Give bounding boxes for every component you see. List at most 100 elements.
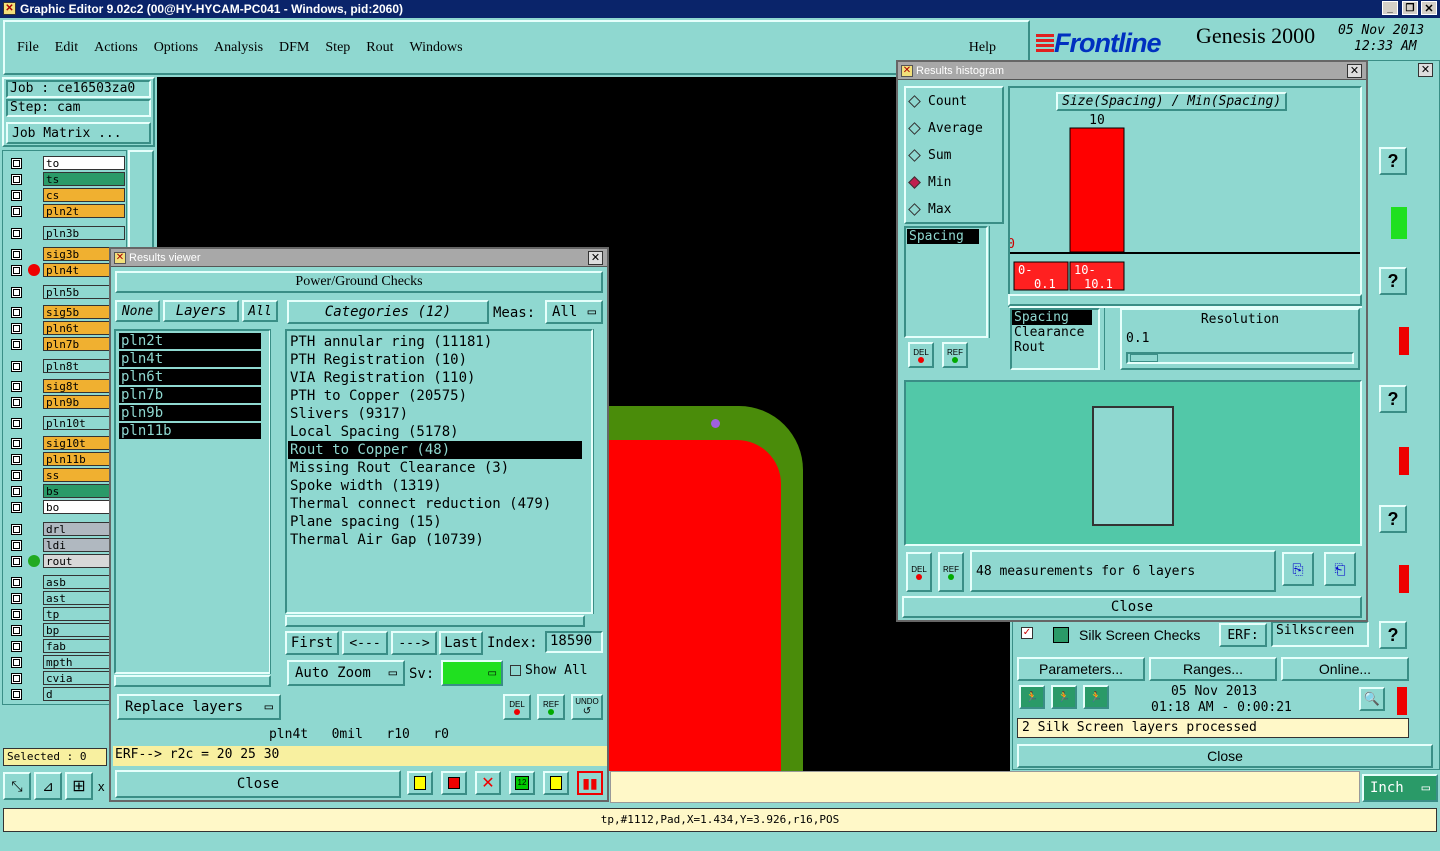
mode-option-sum[interactable]: Sum: [906, 142, 1002, 169]
layer-checkbox[interactable]: [11, 306, 22, 318]
mode-option-average[interactable]: Average: [906, 115, 1002, 142]
silk-checkbox[interactable]: ✓: [1021, 627, 1033, 639]
layer-row-bo[interactable]: bo: [7, 499, 125, 515]
category-item[interactable]: Thermal Air Gap (10739): [288, 531, 582, 549]
layer-checkbox[interactable]: [11, 286, 22, 298]
hist-hscroll[interactable]: [1008, 294, 1362, 306]
check-row-3-help[interactable]: ?: [1379, 385, 1407, 413]
select-icon[interactable]: [441, 771, 467, 795]
layer-row-ast[interactable]: ast: [7, 590, 125, 606]
layer-row-d[interactable]: d: [7, 686, 125, 702]
layer-checkbox[interactable]: [11, 264, 22, 276]
category-item[interactable]: PTH to Copper (20575): [288, 387, 582, 405]
hist-ref-button[interactable]: REF: [942, 342, 968, 368]
report-icon[interactable]: [543, 771, 569, 795]
layer-checkbox[interactable]: [11, 227, 22, 239]
layer-checkbox[interactable]: [11, 485, 22, 497]
layer-checkbox[interactable]: [11, 555, 22, 567]
layer-row-mpth[interactable]: mpth: [7, 654, 125, 670]
measure-list-scrollbar[interactable]: [989, 226, 1001, 338]
layer-checkbox[interactable]: [11, 338, 22, 350]
categories-hscroll[interactable]: [285, 615, 585, 627]
zoom-fit-icon[interactable]: ⤡: [3, 772, 31, 800]
close-icon[interactable]: ✕: [1347, 64, 1362, 78]
mode-option-count[interactable]: Count: [906, 88, 1002, 115]
res-item-rout[interactable]: Rout: [1012, 340, 1098, 355]
histogram-close-button[interactable]: Close: [902, 596, 1362, 618]
resolution-slider[interactable]: [1126, 352, 1354, 364]
layer-row-pln8t[interactable]: pln8t: [7, 358, 125, 374]
undo-button[interactable]: UNDO ↺: [571, 694, 603, 720]
category-item[interactable]: Slivers (9317): [288, 405, 582, 423]
result-layer-item[interactable]: pln4t: [119, 351, 261, 367]
layer-row-drl[interactable]: drl: [7, 521, 125, 537]
menu-rout[interactable]: Rout: [366, 40, 393, 56]
layer-row-ts[interactable]: ts: [7, 171, 125, 187]
result-layer-item[interactable]: pln7b: [119, 387, 261, 403]
menu-dfm[interactable]: DFM: [279, 40, 309, 56]
layer-checkbox[interactable]: [11, 205, 22, 217]
zoom-icon[interactable]: 🔍: [1359, 687, 1385, 711]
layer-row-cs[interactable]: cs: [7, 187, 125, 203]
check-row-1-help[interactable]: ?: [1379, 147, 1407, 175]
layer-row-pln5b[interactable]: pln5b: [7, 284, 125, 300]
menu-options[interactable]: Options: [154, 40, 198, 56]
layer-row-ss[interactable]: ss: [7, 467, 125, 483]
category-item[interactable]: Spoke width (1319): [288, 477, 582, 495]
layer-row-rout[interactable]: rout: [7, 553, 125, 569]
layer-checkbox[interactable]: [11, 469, 22, 481]
maximize-button[interactable]: ❐: [1402, 1, 1418, 15]
hist-del-button[interactable]: DEL: [908, 342, 934, 368]
layers-list-scrollbar[interactable]: [270, 329, 282, 674]
measure-type-spacing[interactable]: Spacing: [907, 229, 979, 244]
layer-row-pln9b[interactable]: pln9b: [7, 394, 125, 410]
category-item[interactable]: Rout to Copper (48): [288, 441, 582, 459]
result-layer-item[interactable]: pln6t: [119, 369, 261, 385]
layer-row-sig5b[interactable]: sig5b: [7, 304, 125, 320]
units-dropdown[interactable]: Inch ▭: [1362, 774, 1438, 802]
res-item-clearance[interactable]: Clearance: [1012, 325, 1098, 340]
layer-checkbox[interactable]: [11, 453, 22, 465]
category-item[interactable]: Local Spacing (5178): [288, 423, 582, 441]
grid-icon[interactable]: ⊞: [65, 772, 93, 800]
layers-hscroll[interactable]: [114, 675, 271, 687]
run-selected-icon[interactable]: 🏃: [1051, 685, 1077, 709]
check-row-2-help[interactable]: ?: [1379, 267, 1407, 295]
layer12-icon[interactable]: 12: [509, 771, 535, 795]
res-list-scrollbar[interactable]: [1104, 308, 1116, 370]
online-button[interactable]: Online...: [1281, 657, 1409, 681]
prev-button[interactable]: <---: [342, 631, 388, 655]
layer-row-cvia[interactable]: cvia: [7, 670, 125, 686]
layer-row-pln7b[interactable]: pln7b: [7, 336, 125, 352]
parameters-button[interactable]: Parameters...: [1017, 657, 1145, 681]
meas-dropdown[interactable]: All ▭: [545, 300, 603, 324]
results-close-button[interactable]: Close: [115, 770, 401, 798]
layer-row-pln11b[interactable]: pln11b: [7, 451, 125, 467]
layer-checkbox[interactable]: [11, 189, 22, 201]
layer-checkbox[interactable]: [11, 173, 22, 185]
close-window-button[interactable]: ✕: [1421, 1, 1437, 15]
category-item[interactable]: VIA Registration (110): [288, 369, 582, 387]
layer-checkbox[interactable]: [11, 157, 22, 169]
layer-checkbox[interactable]: [11, 523, 22, 535]
layer-row-sig3b[interactable]: sig3b: [7, 246, 125, 262]
show-all-checkbox[interactable]: [510, 665, 521, 676]
layer-checkbox[interactable]: [11, 656, 22, 668]
all-button[interactable]: All: [242, 300, 278, 322]
run-stop-icon[interactable]: 🏃: [1083, 685, 1109, 709]
close-icon[interactable]: ✕: [1418, 63, 1433, 77]
preview-ref-button[interactable]: REF: [938, 552, 964, 592]
result-layer-item[interactable]: pln2t: [119, 333, 261, 349]
del-button[interactable]: DEL: [503, 694, 531, 720]
layer-row-bs[interactable]: bs: [7, 483, 125, 499]
categories-list-scrollbar[interactable]: [593, 329, 605, 614]
none-button[interactable]: None: [115, 300, 160, 322]
layer-row-pln6t[interactable]: pln6t: [7, 320, 125, 336]
menu-edit[interactable]: Edit: [55, 40, 78, 56]
layer-row-to[interactable]: to: [7, 155, 125, 171]
layer-checkbox[interactable]: [11, 672, 22, 684]
menu-windows[interactable]: Windows: [410, 40, 463, 56]
menu-help[interactable]: Help: [969, 40, 996, 56]
power-ground-header[interactable]: Power/Ground Checks: [115, 271, 603, 293]
index-input[interactable]: 18590: [545, 631, 603, 653]
